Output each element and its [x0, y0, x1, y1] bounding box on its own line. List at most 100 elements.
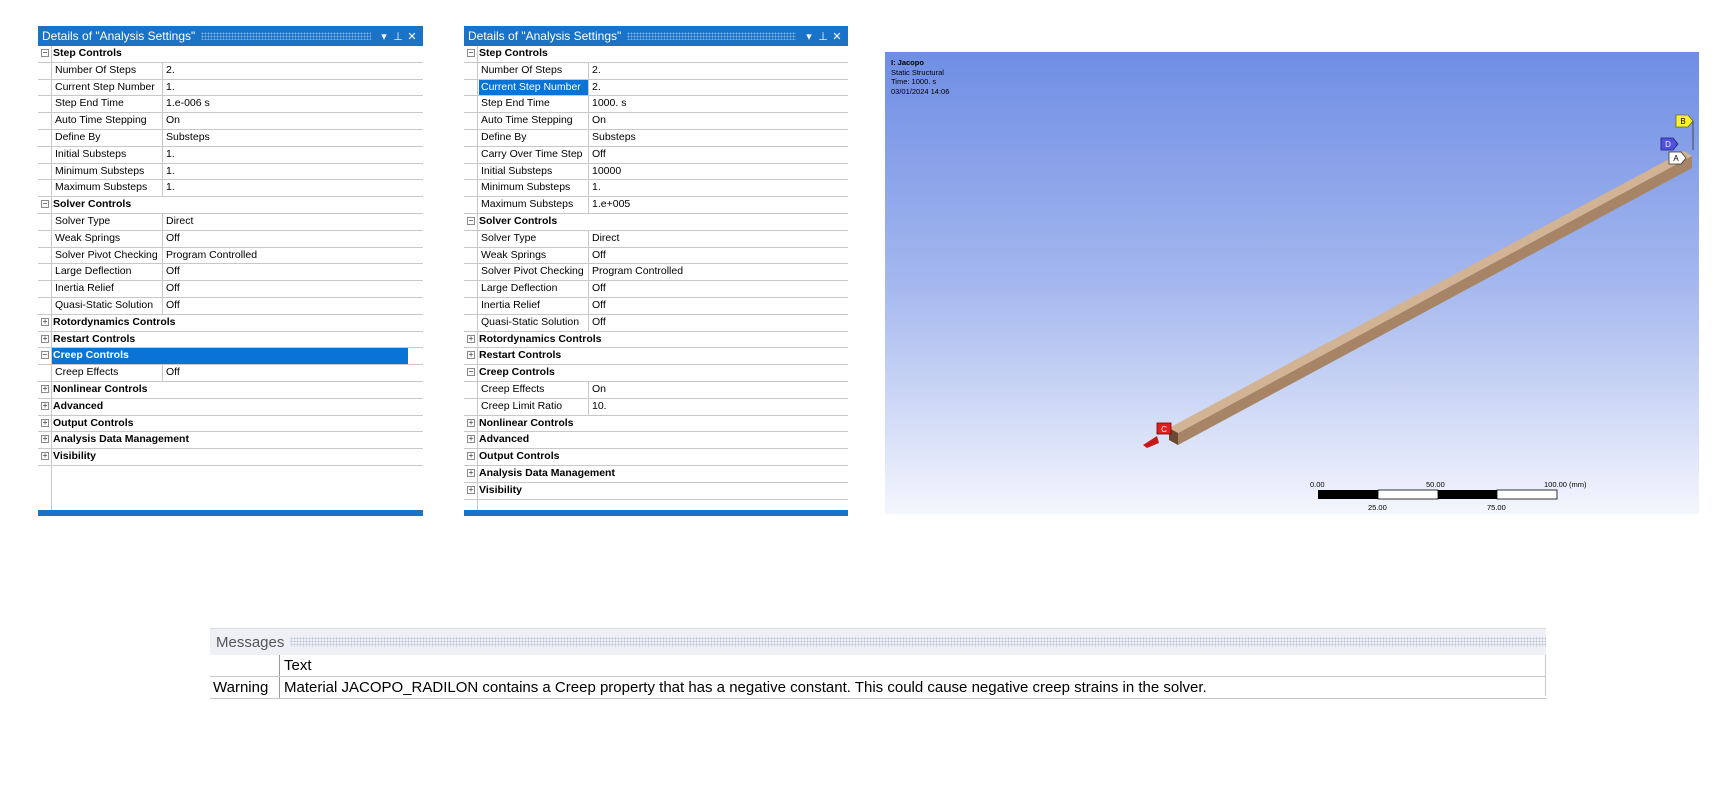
collapse-icon[interactable]: −	[467, 216, 475, 225]
group-advanced[interactable]: + Advanced	[464, 432, 848, 450]
property-current-step-number[interactable]: Current Step Number 1.	[38, 79, 423, 97]
property-value[interactable]: Off	[589, 147, 848, 163]
expand-icon[interactable]: +	[41, 452, 49, 461]
property-value[interactable]: Off	[589, 298, 848, 314]
property-minimum-substeps[interactable]: Minimum Substeps 1.	[464, 180, 848, 198]
property-value[interactable]: Program Controlled	[163, 248, 423, 264]
property-value[interactable]: 1.	[163, 164, 423, 180]
group-analysis-data-management[interactable]: + Analysis Data Management	[38, 432, 423, 450]
property-value[interactable]: Substeps	[589, 130, 848, 146]
property-minimum-substeps[interactable]: Minimum Substeps 1.	[38, 163, 423, 181]
panel-titlebar[interactable]: Details of "Analysis Settings" ▾ ⊥ ✕	[38, 26, 423, 46]
expand-icon[interactable]: +	[41, 317, 49, 326]
graphics-viewport[interactable]: C B D A I: Jacopo Static Structural Time…	[885, 52, 1699, 514]
property-value[interactable]: On	[163, 113, 423, 129]
property-solver-pivot-checking[interactable]: Solver Pivot Checking Program Controlled	[464, 264, 848, 282]
property-initial-substeps[interactable]: Initial Substeps 1.	[38, 146, 423, 164]
load-marker-d[interactable]: D	[1660, 137, 1679, 151]
property-value[interactable]: On	[589, 113, 848, 129]
property-step-end-time[interactable]: Step End Time 1000. s	[464, 96, 848, 114]
property-value[interactable]: 1.	[163, 80, 423, 96]
close-icon[interactable]: ✕	[830, 30, 844, 43]
property-value[interactable]: Off	[163, 231, 423, 247]
expand-icon[interactable]: +	[467, 418, 475, 427]
message-row[interactable]: Warning Material JACOPO_RADILON contains…	[210, 677, 1546, 699]
property-step-end-time[interactable]: Step End Time 1.e-006 s	[38, 96, 423, 114]
expand-icon[interactable]: +	[467, 452, 475, 461]
property-auto-time-stepping[interactable]: Auto Time Stepping On	[464, 113, 848, 130]
property-number-of-steps[interactable]: Number Of Steps 2.	[38, 62, 423, 80]
group-restart-controls[interactable]: + Restart Controls	[38, 332, 423, 349]
messages-titlebar[interactable]: Messages	[210, 628, 1546, 655]
collapse-icon[interactable]: −	[41, 49, 49, 57]
property-maximum-substeps[interactable]: Maximum Substeps 1.	[38, 180, 423, 198]
panel-titlebar[interactable]: Details of "Analysis Settings" ▾ ⊥ ✕	[464, 26, 848, 46]
property-carry-over-time-step[interactable]: Carry Over Time Step Off	[464, 146, 848, 164]
expand-icon[interactable]: +	[41, 401, 49, 410]
panel-menu-icon[interactable]: ▾	[377, 30, 391, 43]
group-nonlinear-controls[interactable]: + Nonlinear Controls	[38, 382, 423, 399]
property-value[interactable]: Off	[163, 281, 423, 297]
property-solver-type[interactable]: Solver Type Direct	[38, 213, 423, 231]
expand-icon[interactable]: +	[41, 435, 49, 444]
property-value[interactable]: Off	[589, 315, 848, 331]
property-value[interactable]: 10.	[589, 399, 848, 415]
property-value[interactable]: Off	[163, 298, 423, 314]
property-value[interactable]: Substeps	[163, 130, 423, 146]
property-value[interactable]: Off	[163, 264, 423, 280]
expand-icon[interactable]: +	[41, 384, 49, 393]
group-advanced[interactable]: + Advanced	[38, 399, 423, 416]
property-solver-type[interactable]: Solver Type Direct	[464, 230, 848, 248]
close-icon[interactable]: ✕	[405, 30, 419, 43]
group-rotordynamics-controls[interactable]: + Rotordynamics Controls	[464, 332, 848, 349]
expand-icon[interactable]: +	[467, 351, 475, 360]
load-marker-b[interactable]: B	[1675, 114, 1694, 150]
group-restart-controls[interactable]: + Restart Controls	[464, 348, 848, 366]
property-value[interactable]: 10000	[589, 164, 848, 180]
property-initial-substeps[interactable]: Initial Substeps 10000	[464, 163, 848, 181]
property-value[interactable]: On	[589, 382, 848, 398]
property-quasi-static-solution[interactable]: Quasi-Static Solution Off	[38, 297, 423, 315]
property-creep-effects[interactable]: Creep Effects On	[464, 381, 848, 399]
property-value[interactable]: Off	[589, 281, 848, 297]
header-text[interactable]: Text	[284, 655, 1546, 676]
property-value[interactable]: 1.	[163, 180, 423, 196]
group-solver-controls[interactable]: − Solver Controls	[38, 197, 423, 214]
property-creep-effects[interactable]: Creep Effects Off	[38, 365, 423, 382]
property-current-step-number[interactable]: Current Step Number 2.	[464, 79, 848, 97]
property-solver-pivot-checking[interactable]: Solver Pivot Checking Program Controlled	[38, 247, 423, 265]
property-value[interactable]: Direct	[163, 214, 423, 230]
property-large-deflection[interactable]: Large Deflection Off	[464, 281, 848, 298]
property-large-deflection[interactable]: Large Deflection Off	[38, 264, 423, 282]
group-nonlinear-controls[interactable]: + Nonlinear Controls	[464, 416, 848, 433]
group-step-controls[interactable]: − Step Controls	[38, 46, 423, 63]
collapse-icon[interactable]: −	[41, 351, 49, 360]
property-maximum-substeps[interactable]: Maximum Substeps 1.e+005	[464, 197, 848, 214]
collapse-icon[interactable]: −	[467, 49, 475, 57]
property-define-by[interactable]: Define By Substeps	[464, 129, 848, 147]
header-type[interactable]	[210, 655, 280, 676]
property-weak-springs[interactable]: Weak Springs Off	[464, 247, 848, 265]
group-output-controls[interactable]: + Output Controls	[464, 449, 848, 466]
expand-icon[interactable]: +	[41, 418, 49, 427]
property-value[interactable]: 1.	[163, 147, 423, 163]
group-creep-controls[interactable]: − Creep Controls	[38, 348, 423, 366]
group-output-controls[interactable]: + Output Controls	[38, 416, 423, 433]
property-value[interactable]: Direct	[589, 231, 848, 247]
property-value[interactable]: 2.	[589, 63, 848, 79]
support-marker-c[interactable]: C	[1143, 422, 1172, 448]
group-visibility[interactable]: + Visibility	[464, 483, 848, 500]
property-value[interactable]: Off	[163, 365, 423, 381]
pin-icon[interactable]: ⊥	[816, 30, 830, 43]
property-number-of-steps[interactable]: Number Of Steps 2.	[464, 62, 848, 80]
expand-icon[interactable]: +	[467, 468, 475, 477]
group-analysis-data-management[interactable]: + Analysis Data Management	[464, 466, 848, 483]
property-quasi-static-solution[interactable]: Quasi-Static Solution Off	[464, 314, 848, 332]
group-step-controls[interactable]: − Step Controls	[464, 46, 848, 63]
property-define-by[interactable]: Define By Substeps	[38, 129, 423, 147]
pin-icon[interactable]: ⊥	[391, 30, 405, 43]
property-value[interactable]: 2.	[163, 63, 423, 79]
property-value[interactable]: 2.	[589, 80, 848, 96]
property-creep-limit-ratio[interactable]: Creep Limit Ratio 10.	[464, 398, 848, 416]
property-value[interactable]: Off	[589, 248, 848, 264]
